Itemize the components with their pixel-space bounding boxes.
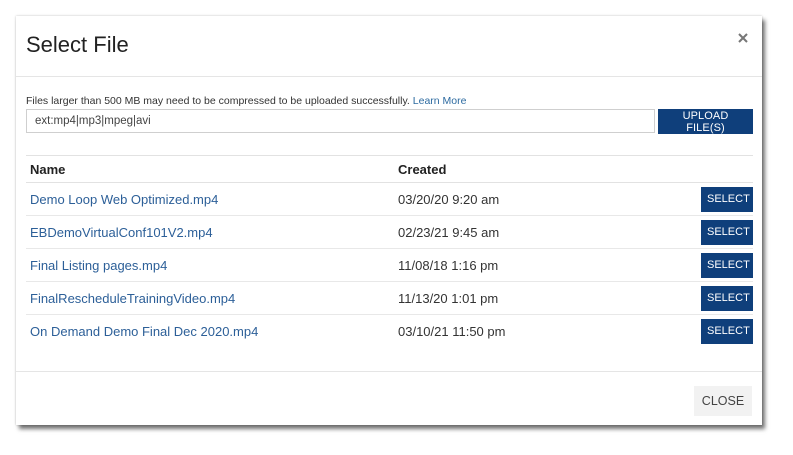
upload-note: Files larger than 500 MB may need to be … bbox=[26, 95, 466, 107]
file-created: 03/10/21 11:50 pm bbox=[398, 323, 506, 339]
column-header-created: Created bbox=[394, 155, 636, 183]
file-created: 03/20/20 9:20 am bbox=[394, 182, 636, 216]
upload-note-text: Files larger than 500 MB may need to be … bbox=[26, 95, 410, 107]
file-name-link[interactable]: Final Listing pages.mp4 bbox=[26, 248, 394, 282]
select-cell: SELECT bbox=[635, 281, 753, 315]
close-button[interactable]: CLOSE bbox=[694, 386, 752, 416]
select-cell: SELECT bbox=[635, 215, 753, 249]
table-row: Final Listing pages.mp4 11/08/18 1:16 pm… bbox=[26, 248, 753, 282]
file-created: 11/13/20 1:01 pm bbox=[394, 281, 636, 315]
select-button[interactable]: SELECT bbox=[701, 219, 753, 245]
file-created: 11/08/18 1:16 pm bbox=[394, 248, 636, 282]
table-header-row: Name Created bbox=[26, 155, 753, 183]
files-table-wrap: Name Created Demo Loop Web Optimized.mp4… bbox=[26, 155, 753, 347]
table-row: EBDemoVirtualConf101V2.mp4 02/23/21 9:45… bbox=[26, 215, 753, 249]
select-file-dialog: Select File Files larger than 500 MB may… bbox=[16, 16, 762, 425]
table-row: On Demand Demo Final Dec 2020.mp4 03/10/… bbox=[26, 315, 753, 348]
file-name-link[interactable]: EBDemoVirtualConf101V2.mp4 bbox=[26, 215, 394, 249]
table-row: FinalRescheduleTrainingVideo.mp4 11/13/2… bbox=[26, 281, 753, 315]
dialog-title: Select File bbox=[26, 32, 129, 57]
select-cell: SELECT bbox=[636, 315, 753, 348]
dialog-header: Select File bbox=[16, 16, 762, 77]
upload-files-button[interactable]: UPLOAD FILE(S) bbox=[658, 109, 753, 134]
file-name-link[interactable]: FinalRescheduleTrainingVideo.mp4 bbox=[26, 281, 394, 315]
learn-more-link[interactable]: Learn More bbox=[413, 95, 467, 107]
column-header-action bbox=[635, 155, 753, 183]
select-button[interactable]: SELECT bbox=[701, 186, 753, 212]
files-table: Name Created Demo Loop Web Optimized.mp4… bbox=[26, 155, 753, 347]
select-button[interactable]: SELECT bbox=[701, 318, 753, 344]
close-icon[interactable] bbox=[734, 29, 752, 47]
table-row: Demo Loop Web Optimized.mp4 03/20/20 9:2… bbox=[26, 182, 753, 216]
footer-divider bbox=[16, 371, 762, 372]
column-header-name: Name bbox=[26, 155, 394, 183]
select-button[interactable]: SELECT bbox=[701, 252, 753, 278]
select-cell: SELECT bbox=[635, 248, 753, 282]
file-filter-input[interactable] bbox=[26, 109, 655, 133]
file-name-link[interactable]: On Demand Demo Final Dec 2020.mp4 bbox=[26, 315, 394, 348]
file-name-link[interactable]: Demo Loop Web Optimized.mp4 bbox=[26, 182, 394, 216]
select-button[interactable]: SELECT bbox=[701, 285, 753, 311]
file-created: 02/23/21 9:45 am bbox=[394, 215, 636, 249]
select-cell: SELECT bbox=[635, 182, 753, 216]
